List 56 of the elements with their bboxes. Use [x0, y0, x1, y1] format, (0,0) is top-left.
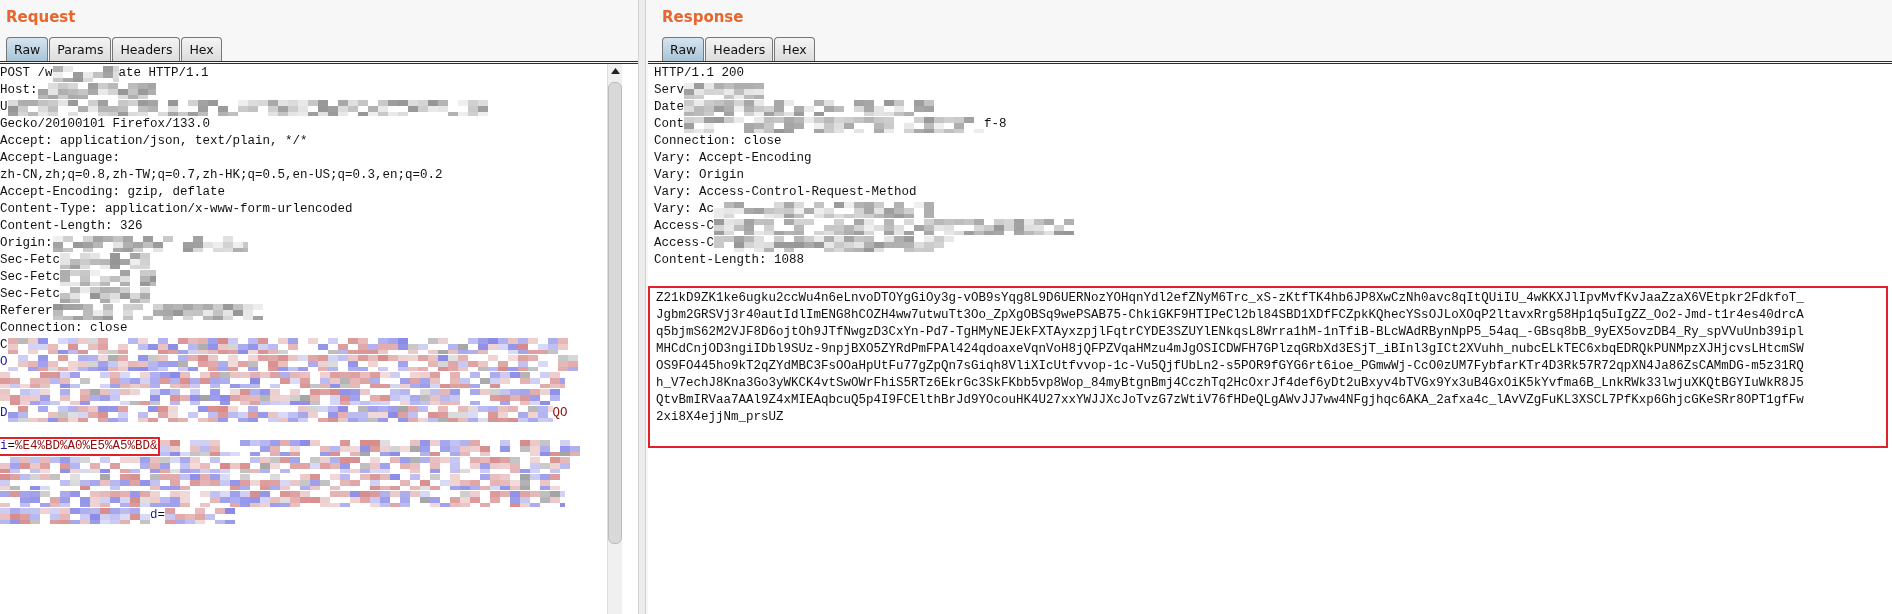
code-text: i: [0, 438, 8, 455]
code-text: U: [0, 99, 8, 116]
code-text: ate HTTP/1.1: [118, 65, 209, 82]
tab[interactable]: Headers: [112, 37, 181, 61]
tab[interactable]: Params: [49, 37, 112, 61]
tab[interactable]: Hex: [774, 37, 815, 61]
code-text: OS9FO445ho9kT2qZYdMBC3FsOOaHpUtFu77gZpQn7sGiqh8VliXIcUtfvvop-1c-Vu5QjfUbLn2-s5POR9fGYG6rt6ioe_PGmwWj-CcO0zUM7FybfarKTr4D3Rk57R72qpXN4Ja86ZsCAMmDG-m5z31RQ: [656, 358, 1805, 375]
code-text: =: [157, 507, 166, 524]
code-text: QtvBmIRVaa7AAl9Z4xMIEAqbcuQ5p4I9FCElthBrJd9YOcouHK4U27xxYWJJXcJoTvzG7zWtiV76fHDeQLgAWvJJ7ww4NFgjhqc6AKA_2afxa4c_lAvVZgFuKL3XSCL7PfKxp6GhjcGKeSRr8OPT1gfFw: [656, 392, 1805, 409]
tab[interactable]: Raw: [662, 37, 705, 61]
tab[interactable]: Raw: [6, 37, 49, 61]
code-text: Accept-Language:: [0, 150, 121, 167]
code-text: Connection: close: [0, 320, 128, 337]
code-text: Connection: close: [654, 133, 782, 150]
code-text: Gecko/20100101 Firefox/133.0: [0, 116, 211, 133]
code-text: f-8: [984, 116, 1007, 133]
code-text: Access-C: [654, 218, 714, 235]
code-text: POST /w: [0, 65, 53, 82]
code-text: Vary: Origin: [654, 167, 744, 184]
code-text: MHCdCnjOD3ngiIDbl9SUz-9npjBXO5ZYRdPmFPAl424qdoaxeVqnVoH8jQFPZVqaHMzu4mJgOSICDWFH7GPlzqGRbXd3ESjT_iBInl3gICt2XVuhh_nubcELkTEC6xbqEDRQkPUNMpzXJHjcvsLHtcmSW: [656, 341, 1805, 358]
code-text: HTTP/1.1 200: [654, 65, 744, 82]
code-text: Referer: [0, 303, 53, 320]
code-text: Origin:: [0, 235, 53, 252]
code-text: Host:: [0, 82, 38, 99]
code-text: QO: [552, 405, 568, 422]
code-text: Z21kD9ZK1ke6ugku2ccWu4n6eLnvoDTOYgGiOy3g-vOB9sYqg8L9D6UERNozYOHqnYdl2efZNyM6Trc_xS-zKtfTK4hb6JP8XwCzNh0avc8qItQUiIU_4wKKXJlIpvMvfKvJaaZzaX6VEtpkr2FdkfoT_: [656, 290, 1805, 307]
code-text: Date: [654, 99, 684, 116]
code-text: Accept: application/json, text/plain, */*: [0, 133, 308, 150]
code-text: zh-CN,zh;q=0.8,zh-TW;q=0.7,zh-HK;q=0.5,en-US;q=0.3,en;q=0.2: [0, 167, 443, 184]
code-text: Vary: Accept-Encoding: [654, 150, 812, 167]
code-text: Jgbm2GRSVj3r40autIdlImENG8hCOZH4ww7utwuTt3Oo_ZpXgOBSq9wePSAB75-ChkiGKF9HTIPeCl2bl84SBD1XDfFCZpkKQhecYSsOJLoXOqP2ltavxRrg58Hp1q5uIgZZ_Oo2-Jmd-t1r4es40drcA: [656, 307, 1805, 324]
code-text: Access-C: [654, 235, 714, 252]
code-text: O: [0, 354, 8, 371]
code-text: %E4%BD%A0%E5%A5%BD&: [15, 438, 158, 455]
code-text: Sec-Fetc: [0, 252, 60, 269]
panel-title: Response: [661, 7, 745, 28]
code-text: Vary: Ac: [654, 201, 714, 218]
tab[interactable]: Headers: [705, 37, 774, 61]
code-text: Content-Length: 1088: [654, 252, 805, 269]
panel-title: Request: [5, 7, 77, 28]
code-text: Content-Length: 326: [0, 218, 143, 235]
code-text: d: [150, 507, 158, 524]
code-text: Accept-Encoding: gzip, deflate: [0, 184, 226, 201]
code-text: Serv: [654, 82, 684, 99]
code-text: Sec-Fetc: [0, 269, 60, 286]
code-text: q5bjmS62M2VJF8D6ojtOh9JTfNwgzD3CxYn-Pd7-TgHMyNEJEkFXTAyxzpjlFqtrCYDE3SZUYlENkqsL8Wrra1hM-1nTfiB-BLcWAdRBynNpP5_54aq_-GBsq8bB_9yEX5ovzDB4_Ry_spVVuUnb39ipl: [656, 324, 1805, 341]
code-text: =: [7, 438, 16, 455]
code-text: Content-Type: application/x-www-form-urlencoded: [0, 201, 353, 218]
code-text: Sec-Fetc: [0, 286, 60, 303]
code-text: D: [0, 405, 8, 422]
code-text: C: [0, 337, 8, 354]
code-text: Vary: Access-Control-Request-Method: [654, 184, 917, 201]
code-text: h_V7echJ8Kna3Go3yWKCK4vtSwOWrFhiS5RTz6EkrGc3SkFKbb5vp8Wop_84myBtgnBmj4CczhTq2HcOxrJf4def6yDt2uBxyv4bTVGx9Yx3uB4GxOiK5kYvfma6B_LnkRWk33lwjuXKQtBGYIuWkR8J5: [656, 375, 1805, 392]
code-text: Cont: [654, 116, 684, 133]
tab[interactable]: Hex: [181, 37, 222, 61]
code-text: 2xi8X4ejjNm_prsUZ: [656, 409, 785, 426]
